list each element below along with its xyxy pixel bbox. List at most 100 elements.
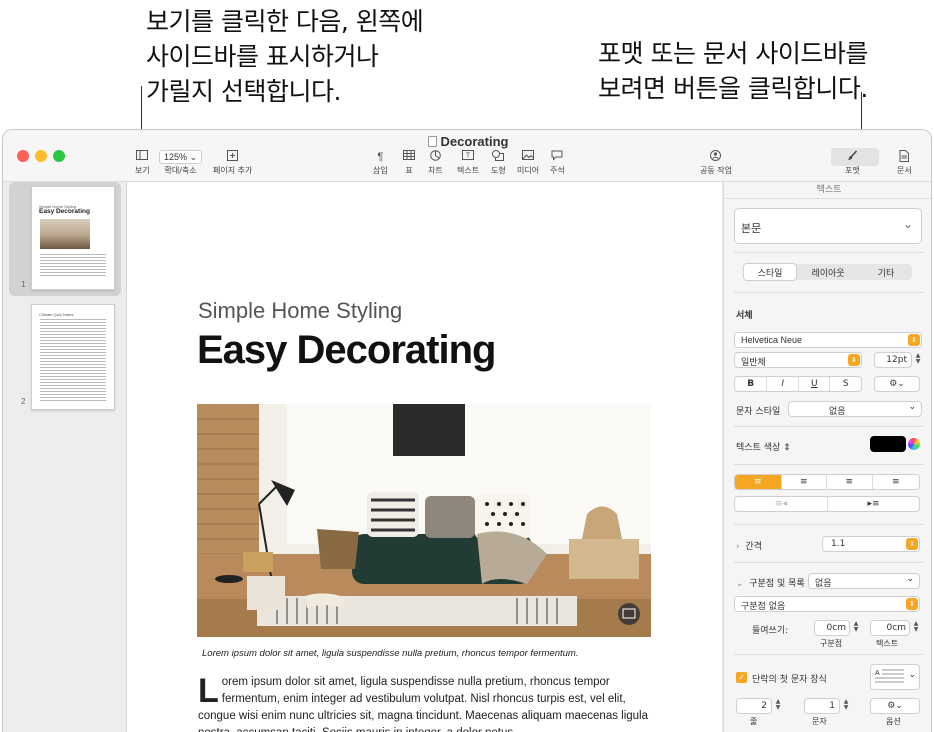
updown-arrows-icon: ⇕ xyxy=(783,443,791,453)
spacing-disclosure[interactable]: › 간격 xyxy=(736,539,762,552)
dropcap-options-button[interactable]: ⚙⌄ xyxy=(870,698,920,714)
font-family-popup[interactable]: Helvetica Neue ⇕ xyxy=(734,332,922,348)
close-window-button[interactable] xyxy=(17,150,29,162)
page-thumbnail-1[interactable]: Simple Home Styling Easy Decorating xyxy=(31,186,115,290)
format-inspector: 텍스트 본문 ⌄ 스타일 레이아웃 기타 서체 Helvetica Neue ⇕… xyxy=(723,182,931,732)
indent-bullet-field[interactable]: 0cm xyxy=(814,620,850,636)
indent-text-field[interactable]: 0cm xyxy=(870,620,910,636)
text-color-label: 텍스트 색상 ⇕ xyxy=(736,440,791,453)
comment-icon xyxy=(551,150,563,164)
italic-button[interactable]: I xyxy=(766,377,798,391)
comment-button[interactable]: 주석 xyxy=(550,150,565,176)
document-page[interactable]: Simple Home Styling Easy Decorating Lore… xyxy=(128,182,722,732)
text-color-well[interactable] xyxy=(870,436,906,452)
page-number-1: 1 xyxy=(21,280,26,289)
align-center-button[interactable]: ≡ xyxy=(780,475,827,489)
thumbnail-image xyxy=(40,219,90,249)
body-text[interactable]: Lorem ipsum dolor sit amet, ligula suspe… xyxy=(198,674,658,732)
zoom-select[interactable]: 125% ⌄ xyxy=(159,150,203,164)
tab-style[interactable]: 스타일 xyxy=(744,264,796,280)
shape-button[interactable]: 도형 xyxy=(491,150,506,176)
font-weight-popup[interactable]: 일반체 ⇕ xyxy=(734,352,862,368)
spacing-popup[interactable]: 1.1 ⇕ xyxy=(822,536,920,552)
indent-bullet-stepper[interactable]: ▲ ▼ xyxy=(852,621,860,633)
format-button[interactable]: 포맷 xyxy=(845,150,860,176)
underline-button[interactable]: U xyxy=(797,377,830,391)
indent-text-caption: 텍스트 xyxy=(876,639,899,648)
alignment-buttons: ≡ ≡ ≡ ≡ xyxy=(734,474,920,490)
svg-text:A: A xyxy=(875,670,880,677)
divider xyxy=(734,524,924,525)
toolbar: Decorating 보기 125% ⌄ 확대/축소 페이지 추가 ¶ 삽입 표 xyxy=(3,130,931,182)
document-canvas[interactable]: Simple Home Styling Easy Decorating Lore… xyxy=(128,182,723,732)
decrease-indent-button[interactable]: ≡◂ xyxy=(735,497,827,511)
indent-buttons: ≡◂ ▸≡ xyxy=(734,496,920,512)
collaborate-icon xyxy=(709,150,722,164)
pages-window: Decorating 보기 125% ⌄ 확대/축소 페이지 추가 ¶ 삽입 표 xyxy=(2,129,932,732)
collaborate-label: 공동 작업 xyxy=(700,166,732,175)
document-subtitle[interactable]: Simple Home Styling xyxy=(198,298,402,324)
chevron-down-icon: ⌄ xyxy=(908,670,916,680)
font-size-field[interactable]: 12pt xyxy=(874,352,912,368)
dropcap-lines-field[interactable]: 2 xyxy=(736,698,772,714)
advanced-options-button[interactable]: ⚙⌄ xyxy=(874,376,920,392)
inspector-tab-bar: 스타일 레이아웃 기타 xyxy=(744,264,912,280)
bullets-disclosure[interactable]: ⌄ 구분점 및 목록 xyxy=(736,576,805,589)
font-size-value: 12pt xyxy=(886,355,907,365)
dropcap-chars-stepper[interactable]: ▲ ▼ xyxy=(842,699,850,711)
paragraph-style-value: 본문 xyxy=(741,222,762,235)
image-icon xyxy=(522,150,535,164)
dropcap-style-popup[interactable]: A ⌄ xyxy=(870,664,920,690)
minimize-window-button[interactable] xyxy=(35,150,47,162)
strikethrough-button[interactable]: S xyxy=(829,377,861,391)
bullets-popup[interactable]: 없음 ⌄ xyxy=(808,573,920,589)
dropcap-chars-field[interactable]: 1 xyxy=(804,698,840,714)
indent-text-value: 0cm xyxy=(886,623,906,633)
chart-label: 차트 xyxy=(428,166,443,175)
page-number-2: 2 xyxy=(21,397,26,406)
font-size-stepper[interactable]: ▲ ▼ xyxy=(914,353,922,365)
color-wheel-icon[interactable] xyxy=(908,438,920,450)
view-button[interactable]: 보기 xyxy=(135,150,150,176)
divider xyxy=(734,426,924,427)
add-page-button[interactable]: 페이지 추가 xyxy=(213,150,252,176)
collaborate-button[interactable]: 공동 작업 xyxy=(700,150,732,176)
increase-indent-button[interactable]: ▸≡ xyxy=(827,497,919,511)
media-button[interactable]: 미디어 xyxy=(517,150,539,176)
updown-arrows-icon: ⇕ xyxy=(906,598,918,610)
textbox-icon: T xyxy=(462,150,475,164)
chevron-right-icon: › xyxy=(736,542,740,552)
spacing-label: 간격 xyxy=(745,542,762,552)
insert-button[interactable]: ¶ 삽입 xyxy=(373,150,388,176)
divider xyxy=(734,654,924,655)
spacing-value: 1.1 xyxy=(831,539,846,549)
zoom-window-button[interactable] xyxy=(53,150,65,162)
text-button[interactable]: T 텍스트 xyxy=(457,150,479,176)
align-left-button[interactable]: ≡ xyxy=(735,475,781,489)
char-style-popup[interactable]: 없음 ⌄ xyxy=(788,401,922,417)
document-title[interactable]: Easy Decorating xyxy=(197,328,496,373)
paragraph-style-popup[interactable]: 본문 ⌄ xyxy=(734,208,922,244)
dropcap-lines-stepper[interactable]: ▲ ▼ xyxy=(774,699,782,711)
document-button[interactable]: 문서 xyxy=(897,150,912,176)
table-button[interactable]: 표 xyxy=(403,150,415,176)
indent-bullet-value: 0cm xyxy=(826,623,846,633)
dropcap-checkbox[interactable]: ✓ xyxy=(736,672,747,683)
living-room-photo[interactable] xyxy=(197,404,651,637)
page-thumbnails-sidebar[interactable]: Simple Home Styling Easy Decorating 1 Cl… xyxy=(3,182,127,732)
zoom-control[interactable]: 125% ⌄ 확대/축소 xyxy=(159,150,203,176)
bullet-type-popup[interactable]: 구분점 없음 ⇕ xyxy=(734,596,920,612)
tab-more[interactable]: 기타 xyxy=(860,264,912,280)
chevron-down-icon: ⌄ xyxy=(902,217,913,231)
align-right-button[interactable]: ≡ xyxy=(826,475,872,489)
format-label: 포맷 xyxy=(845,166,860,175)
chart-button[interactable]: 차트 xyxy=(428,150,443,176)
indent-text-stepper[interactable]: ▲ ▼ xyxy=(912,621,920,633)
text-format-buttons: B I U S xyxy=(734,376,862,392)
page-thumbnail-2[interactable]: Climate Quiz Notes xyxy=(31,304,115,410)
tab-layout[interactable]: 레이아웃 xyxy=(800,264,856,280)
photo-caption[interactable]: Lorem ipsum dolor sit amet, ligula suspe… xyxy=(202,648,578,659)
inspector-header: 텍스트 xyxy=(724,182,931,199)
bold-button[interactable]: B xyxy=(735,377,766,391)
justify-button[interactable]: ≡ xyxy=(871,475,919,489)
